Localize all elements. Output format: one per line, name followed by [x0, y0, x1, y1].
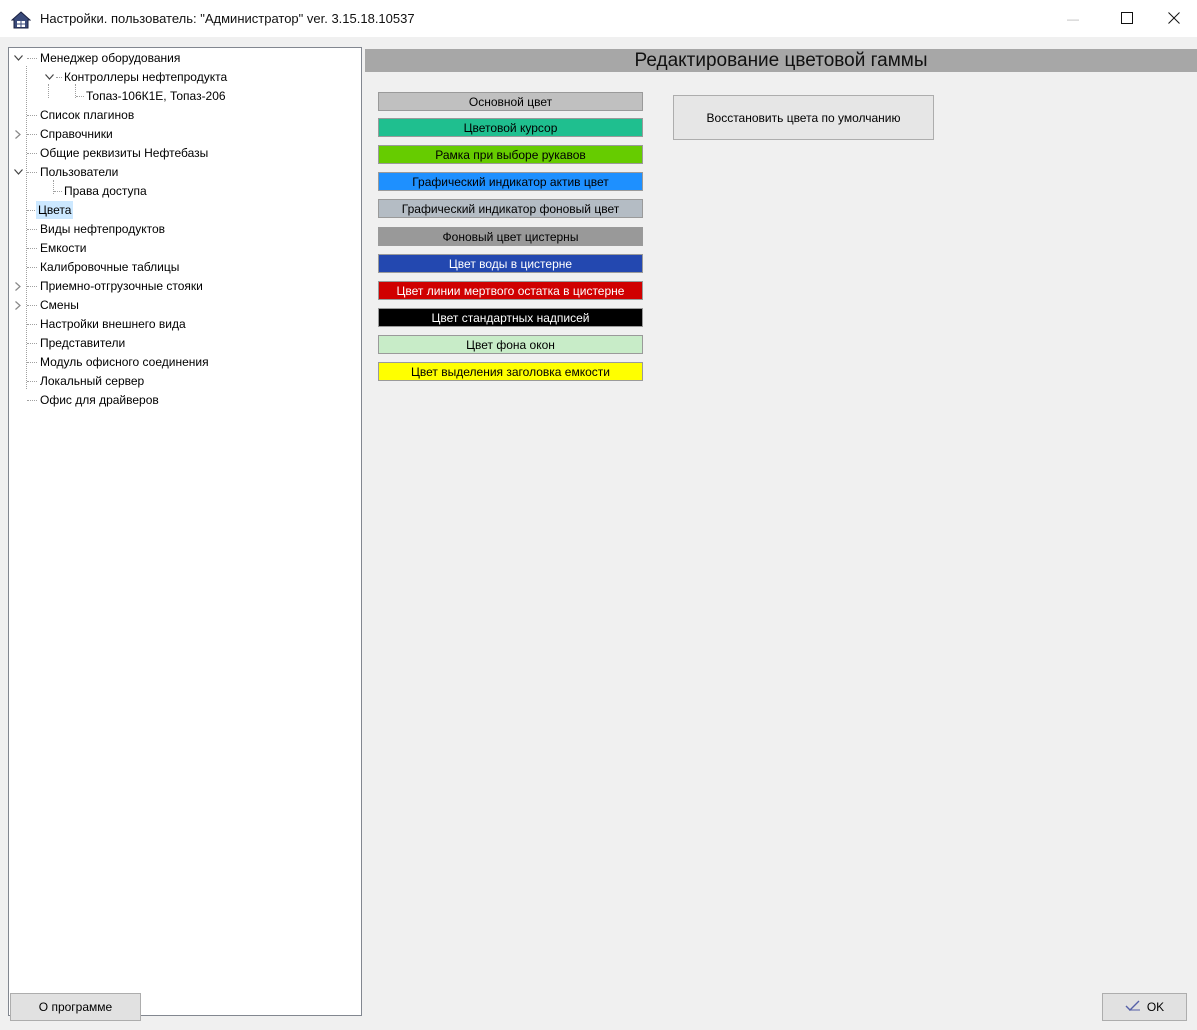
color-editor-panel: Редактирование цветовой гаммы Основной ц… [365, 47, 1197, 1016]
color-swatch-indicator-active[interactable]: Графический индикатор актив цвет [378, 172, 643, 191]
tree-item-label: Емкости [40, 241, 87, 255]
tree-item-label: Цвета [36, 201, 74, 219]
tree-item-label: Приемно-отгрузочные стояки [40, 279, 203, 293]
color-swatch-tank-background[interactable]: Фоновый цвет цистерны [378, 227, 643, 246]
tree-item-label: Калибровочные таблицы [40, 260, 180, 274]
tree-item-label: Контроллеры нефтепродукта [64, 70, 228, 84]
tree-item-label: Менеджер оборудования [40, 51, 181, 65]
chevron-right-icon[interactable] [12, 125, 24, 143]
panel-header: Редактирование цветовой гаммы [365, 49, 1197, 72]
checkmark-pencil-icon [1125, 1000, 1141, 1015]
chevron-down-icon[interactable] [12, 163, 24, 181]
minimize-button[interactable]: — [1050, 0, 1096, 38]
window-title: Настройки. пользователь: "Администратор"… [40, 11, 415, 26]
close-icon [1168, 11, 1180, 27]
color-swatch-standard-text[interactable]: Цвет стандартных надписей [378, 308, 643, 327]
color-swatch-hose-frame[interactable]: Рамка при выборе рукавов [378, 145, 643, 164]
color-swatch-main[interactable]: Основной цвет [378, 92, 643, 111]
app-logo-icon [10, 11, 32, 29]
color-swatch-indicator-background[interactable]: Графический индикатор фоновый цвет [378, 199, 643, 218]
chevron-down-icon[interactable] [43, 68, 55, 86]
restore-default-colors-button[interactable]: Восстановить цвета по умолчанию [673, 95, 934, 140]
color-swatch-tank-title-highlight[interactable]: Цвет выделения заголовка емкости [378, 362, 643, 381]
chevron-right-icon[interactable] [12, 296, 24, 314]
tree-item-label: Смены [40, 298, 79, 312]
maximize-button[interactable] [1104, 0, 1150, 38]
tree-item-label: Настройки внешнего вида [40, 317, 186, 331]
color-swatch-tank-water[interactable]: Цвет воды в цистерне [378, 254, 643, 273]
close-button[interactable] [1151, 0, 1197, 38]
about-button[interactable]: О программе [10, 993, 141, 1021]
tree-item-label: Справочники [40, 127, 113, 141]
tree-item-label: Виды нефтепродуктов [40, 222, 165, 236]
tree-item-label: Топаз-106К1Е, Топаз-206 [86, 89, 226, 103]
ok-button-label: OK [1146, 1000, 1165, 1014]
tree-item-label: Модуль офисного соединения [40, 355, 209, 369]
tree-item-label: Офис для драйверов [40, 393, 159, 407]
title-bar: Настройки. пользователь: "Администратор"… [0, 0, 1197, 38]
tree-item-label: Представители [40, 336, 126, 350]
minimize-icon: — [1067, 12, 1079, 26]
tree-item-label: Общие реквизиты Нефтебазы [40, 146, 209, 160]
ok-button[interactable]: OK [1102, 993, 1187, 1021]
color-swatch-cursor[interactable]: Цветовой курсор [378, 118, 643, 137]
tree-item-label: Права доступа [64, 184, 147, 198]
color-swatch-window-background[interactable]: Цвет фона окон [378, 335, 643, 354]
tree-item-label: Локальный сервер [40, 374, 145, 388]
maximize-icon [1121, 11, 1133, 27]
chevron-down-icon[interactable] [12, 49, 24, 67]
tree-item-label: Пользователи [40, 165, 119, 179]
chevron-right-icon[interactable] [12, 277, 24, 295]
color-swatch-dead-residue-line[interactable]: Цвет линии мертвого остатка в цистерне [378, 281, 643, 300]
tree-item-label: Список плагинов [40, 108, 135, 122]
settings-tree[interactable]: Менеджер оборудования Контроллеры нефтеп… [8, 47, 362, 1016]
tree-connector [48, 84, 49, 98]
